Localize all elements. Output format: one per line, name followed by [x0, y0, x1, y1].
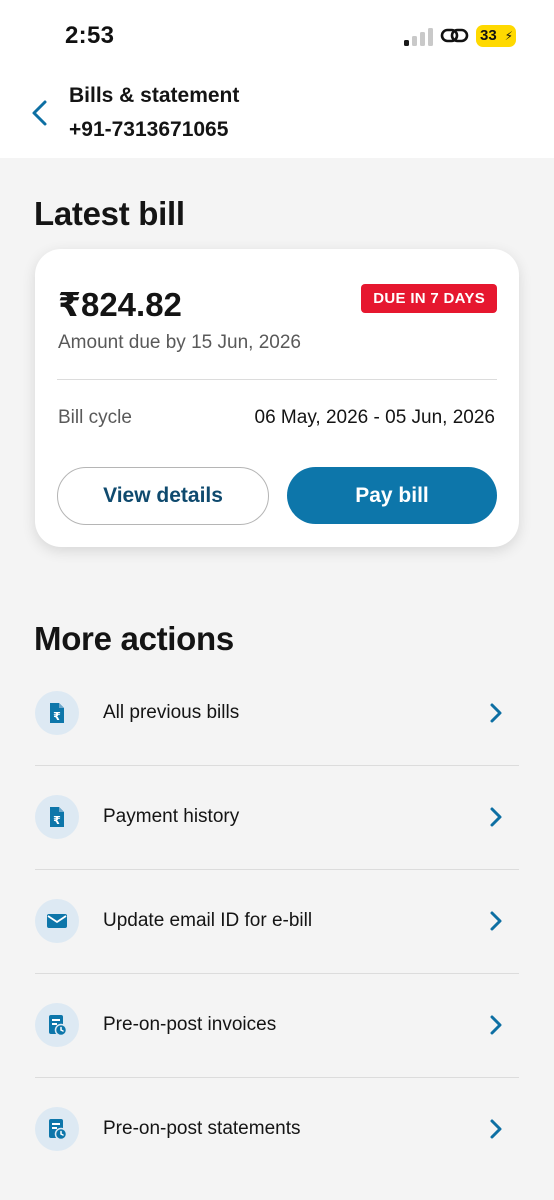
due-badge: DUE IN 7 DAYS — [361, 284, 497, 313]
action-label: Pre-on-post statements — [103, 1118, 301, 1139]
chevron-right-icon — [490, 703, 502, 723]
chevron-left-icon — [32, 100, 47, 126]
pay-bill-button[interactable]: Pay bill — [287, 467, 497, 524]
signal-icon — [404, 28, 434, 46]
bill-amount: ₹824.82 — [58, 286, 182, 323]
chevron-right-icon — [490, 807, 502, 827]
document-clock-icon — [35, 1107, 79, 1151]
page-header: Bills & statement +91-7313671065 — [0, 70, 554, 158]
action-pre-on-post-invoices[interactable]: Pre-on-post invoices — [35, 974, 519, 1078]
action-label: Pre-on-post invoices — [103, 1014, 277, 1035]
latest-bill-card: ₹824.82 DUE IN 7 DAYS Amount due by 15 J… — [35, 249, 519, 547]
status-bar: 2:53 33 ⚡ — [0, 0, 554, 70]
action-label: All previous bills — [103, 702, 240, 723]
action-pre-on-post-statements[interactable]: Pre-on-post statements — [35, 1078, 519, 1181]
action-label: Payment history — [103, 806, 240, 827]
chevron-right-icon — [490, 1119, 502, 1139]
chevron-right-icon — [490, 911, 502, 931]
action-payment-history[interactable]: ₹ Payment history — [35, 766, 519, 870]
bill-cycle-value: 06 May, 2026 - 05 Jun, 2026 — [254, 407, 495, 428]
latest-bill-heading: Latest bill — [34, 195, 185, 232]
phone-number: +91-7313671065 — [69, 118, 229, 141]
rupee-document-icon: ₹ — [35, 795, 79, 839]
bill-cycle-label: Bill cycle — [58, 407, 132, 428]
charging-bolt-icon: ⚡ — [504, 29, 513, 43]
battery-level: 33 — [480, 27, 497, 44]
chevron-right-icon — [490, 1015, 502, 1035]
status-time: 2:53 — [65, 22, 115, 49]
svg-text:₹: ₹ — [53, 814, 61, 827]
rupee-document-icon: ₹ — [35, 691, 79, 735]
more-actions-heading: More actions — [34, 620, 234, 657]
top-bar: 2:53 33 ⚡ Bills & statement +91-731367106… — [0, 0, 554, 158]
due-date-text: Amount due by 15 Jun, 2026 — [58, 332, 301, 353]
envelope-icon — [35, 899, 79, 943]
document-clock-icon — [35, 1003, 79, 1047]
divider — [57, 379, 497, 380]
back-button[interactable] — [26, 95, 56, 131]
action-all-previous-bills[interactable]: ₹ All previous bills — [35, 662, 519, 766]
view-details-button[interactable]: View details — [57, 467, 269, 525]
svg-text:₹: ₹ — [53, 710, 61, 723]
action-label: Update email ID for e-bill — [103, 910, 313, 931]
link-icon — [440, 24, 470, 48]
more-actions-list: ₹ All previous bills ₹ Payment history U… — [35, 662, 519, 1181]
battery-indicator: 33 ⚡ — [476, 25, 516, 47]
action-update-email[interactable]: Update email ID for e-bill — [35, 870, 519, 974]
page-title: Bills & statement — [69, 84, 240, 107]
